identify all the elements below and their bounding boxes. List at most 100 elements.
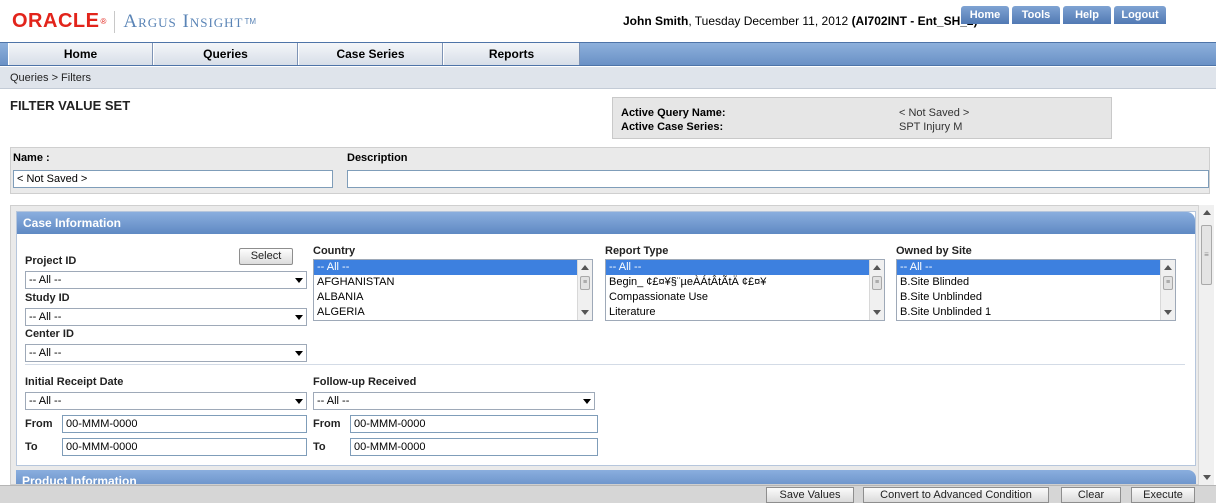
top-link-tools[interactable]: Tools bbox=[1012, 6, 1060, 24]
list-item[interactable]: ALGERIA bbox=[314, 305, 592, 320]
initial-to-date-input[interactable]: 00-MMM-0000 bbox=[62, 438, 307, 456]
menu-reports[interactable]: Reports bbox=[443, 43, 580, 65]
scroll-up-icon[interactable] bbox=[1164, 265, 1172, 270]
name-description-panel: Name : < Not Saved > Description bbox=[10, 147, 1210, 194]
chevron-down-icon bbox=[295, 351, 303, 356]
brand-oracle: ORACLE bbox=[12, 10, 100, 32]
list-item[interactable]: -- All -- bbox=[314, 260, 592, 275]
main-menu: Home Queries Case Series Reports bbox=[0, 42, 1216, 66]
active-query-panel: Active Query Name: < Not Saved > Active … bbox=[612, 97, 1112, 139]
top-link-home[interactable]: Home bbox=[961, 6, 1009, 24]
project-id-value: -- All -- bbox=[29, 274, 62, 286]
owned-by-site-label: Owned by Site bbox=[896, 245, 972, 257]
top-header: ORACLE ® Argus Insight TM John Smith, Tu… bbox=[0, 0, 1216, 42]
menu-case-series[interactable]: Case Series bbox=[298, 43, 443, 65]
scroll-thumb[interactable]: ≡ bbox=[1201, 225, 1212, 285]
report-type-label: Report Type bbox=[605, 245, 669, 257]
followup-from-date-input[interactable]: 00-MMM-0000 bbox=[350, 415, 598, 433]
initial-from-date-input[interactable]: 00-MMM-0000 bbox=[62, 415, 307, 433]
scroll-thumb[interactable]: ≡ bbox=[872, 276, 882, 290]
list-item[interactable]: ALBANIA bbox=[314, 290, 592, 305]
report-type-listbox[interactable]: -- All -- Begin_ ¢£¤¥§¨µeÀÁtÂtÃtÄ ¢£¤¥ C… bbox=[605, 259, 885, 321]
owned-by-site-listbox[interactable]: -- All -- B.Site Blinded B.Site Unblinde… bbox=[896, 259, 1176, 321]
owned-by-site-scrollbar[interactable]: ≡ bbox=[1160, 260, 1175, 320]
scroll-down-icon[interactable] bbox=[873, 310, 881, 315]
study-id-label: Study ID bbox=[25, 292, 70, 304]
breadcrumb-bar: Queries > Filters bbox=[0, 67, 1216, 89]
name-input[interactable]: < Not Saved > bbox=[13, 170, 333, 188]
initial-receipt-date-label: Initial Receipt Date bbox=[25, 376, 124, 388]
action-bar: Save Values Convert to Advanced Conditio… bbox=[0, 485, 1216, 503]
center-id-value: -- All -- bbox=[29, 347, 62, 359]
current-date: , Tuesday December 11, 2012 bbox=[688, 14, 852, 28]
study-id-value: -- All -- bbox=[29, 311, 62, 323]
followup-from-label: From bbox=[313, 418, 341, 430]
project-select-button[interactable]: Select bbox=[239, 248, 293, 265]
scroll-up-icon[interactable] bbox=[581, 265, 589, 270]
list-item[interactable]: Begin_ ¢£¤¥§¨µeÀÁtÂtÃtÄ ¢£¤¥ bbox=[606, 275, 884, 290]
convert-advanced-condition-button[interactable]: Convert to Advanced Condition bbox=[863, 487, 1049, 503]
list-item[interactable]: B.Site Blinded bbox=[897, 275, 1175, 290]
case-information-section: Case Information Project ID Select -- Al… bbox=[16, 211, 1196, 466]
breadcrumb: Queries > Filters bbox=[10, 72, 91, 84]
product-information-header[interactable]: Product Information bbox=[16, 470, 1196, 484]
page-title: FILTER VALUE SET bbox=[10, 98, 131, 113]
initial-from-label: From bbox=[25, 418, 53, 430]
initial-receipt-date-dropdown[interactable]: -- All -- bbox=[25, 392, 307, 410]
initial-to-label: To bbox=[25, 441, 38, 453]
logo-divider bbox=[114, 10, 116, 33]
execute-button[interactable]: Execute bbox=[1131, 487, 1195, 503]
study-id-dropdown[interactable]: -- All -- bbox=[25, 308, 307, 326]
filter-scroll-area[interactable]: Case Information Project ID Select -- Al… bbox=[10, 205, 1214, 485]
page-scrollbar[interactable]: ≡ bbox=[1198, 205, 1214, 485]
list-item[interactable]: -- All -- bbox=[606, 260, 884, 275]
scroll-down-icon[interactable] bbox=[1164, 310, 1172, 315]
center-id-dropdown[interactable]: -- All -- bbox=[25, 344, 307, 362]
scroll-down-icon[interactable] bbox=[1203, 475, 1211, 480]
name-label: Name : bbox=[13, 152, 50, 164]
follow-up-received-dropdown[interactable]: -- All -- bbox=[313, 392, 595, 410]
scroll-up-icon[interactable] bbox=[873, 265, 881, 270]
trademark-mark: TM bbox=[244, 17, 257, 26]
initial-receipt-date-value: -- All -- bbox=[29, 395, 62, 407]
follow-up-received-label: Follow-up Received bbox=[313, 376, 417, 388]
menu-home[interactable]: Home bbox=[8, 43, 153, 65]
country-listbox[interactable]: -- All -- AFGHANISTAN ALBANIA ALGERIA ≡ bbox=[313, 259, 593, 321]
list-item[interactable]: B.Site Unblinded 1 bbox=[897, 305, 1175, 320]
list-item[interactable]: AFGHANISTAN bbox=[314, 275, 592, 290]
active-query-label: Active Query Name: bbox=[621, 107, 726, 119]
user-info: John Smith, Tuesday December 11, 2012 (A… bbox=[623, 14, 978, 28]
country-label: Country bbox=[313, 245, 356, 257]
active-query-value: < Not Saved > bbox=[899, 107, 970, 119]
report-type-scrollbar[interactable]: ≡ bbox=[869, 260, 884, 320]
scroll-thumb[interactable]: ≡ bbox=[580, 276, 590, 290]
scroll-up-icon[interactable] bbox=[1203, 210, 1211, 215]
user-name: John Smith bbox=[623, 14, 689, 28]
project-id-dropdown[interactable]: -- All -- bbox=[25, 271, 307, 289]
section-divider bbox=[25, 364, 1185, 365]
list-item[interactable]: B.Site Unblinded bbox=[897, 290, 1175, 305]
clear-button[interactable]: Clear bbox=[1061, 487, 1121, 503]
case-information-header[interactable]: Case Information bbox=[17, 212, 1195, 234]
followup-to-date-input[interactable]: 00-MMM-0000 bbox=[350, 438, 598, 456]
list-item[interactable]: -- All -- bbox=[897, 260, 1175, 275]
top-link-help[interactable]: Help bbox=[1063, 6, 1111, 24]
center-id-label: Center ID bbox=[25, 328, 74, 340]
top-link-logout[interactable]: Logout bbox=[1114, 6, 1166, 24]
scroll-down-icon[interactable] bbox=[581, 310, 589, 315]
list-item[interactable]: Compassionate Use bbox=[606, 290, 884, 305]
chevron-down-icon bbox=[295, 278, 303, 283]
save-values-button[interactable]: Save Values bbox=[766, 487, 854, 503]
enterprise-context: (AI702INT - Ent_SH_2) bbox=[851, 14, 978, 28]
description-label: Description bbox=[347, 152, 408, 164]
scroll-thumb[interactable]: ≡ bbox=[1163, 276, 1173, 290]
chevron-down-icon bbox=[583, 399, 591, 404]
country-scrollbar[interactable]: ≡ bbox=[577, 260, 592, 320]
menu-queries[interactable]: Queries bbox=[153, 43, 298, 65]
oracle-argus-logo: ORACLE ® Argus Insight TM bbox=[12, 10, 256, 33]
description-input[interactable] bbox=[347, 170, 1209, 188]
list-item[interactable]: Literature bbox=[606, 305, 884, 320]
project-id-label: Project ID bbox=[25, 255, 77, 267]
brand-argus-insight: Argus Insight bbox=[123, 10, 244, 32]
chevron-down-icon bbox=[295, 315, 303, 320]
